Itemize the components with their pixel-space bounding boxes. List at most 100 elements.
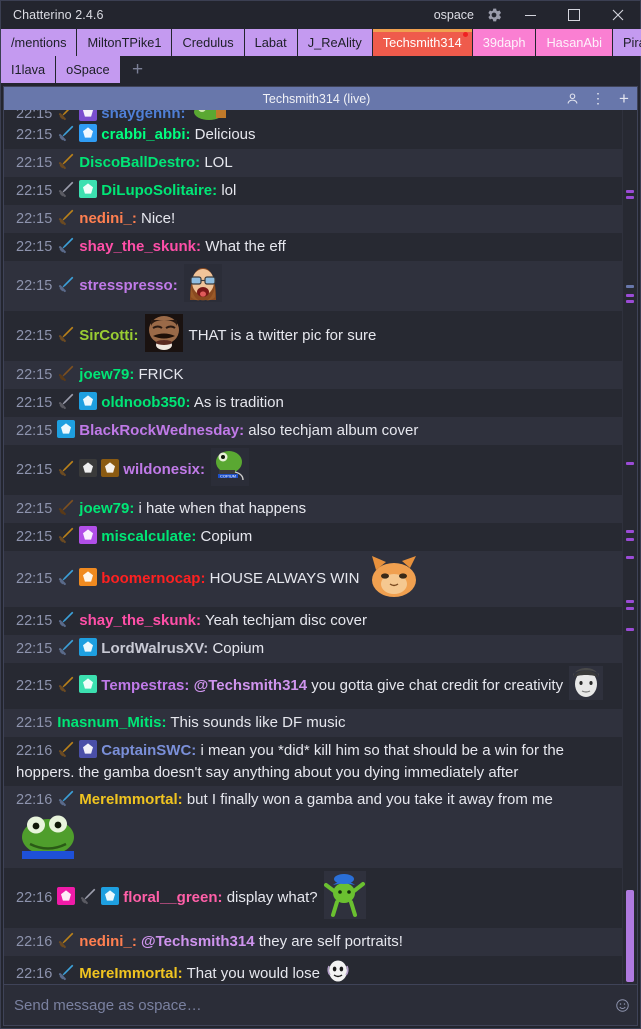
- message-username[interactable]: stresspresso: [79, 277, 172, 294]
- chat-message[interactable]: 22:15 shay_the_skunk: What the eff: [4, 233, 622, 261]
- user-badge-icon[interactable]: [79, 110, 98, 121]
- tab-j-reality[interactable]: J_ReAlity: [297, 29, 373, 56]
- message-mention[interactable]: @Techsmith314: [141, 933, 255, 950]
- chat-scrollbar[interactable]: [622, 110, 637, 984]
- message-username[interactable]: nedini_: [79, 210, 132, 227]
- sword-badge-icon[interactable]: [57, 789, 75, 807]
- message-username[interactable]: SirCotti: [79, 327, 133, 344]
- chat-message[interactable]: 22:15 BlackRockWednesday: also techjam al…: [4, 417, 622, 445]
- user-badge-icon[interactable]: [79, 674, 98, 693]
- message-username[interactable]: wildonesix: [123, 461, 200, 478]
- add-tab-button[interactable]: +: [120, 56, 155, 83]
- tab-miltontpike1[interactable]: MiltonTPike1: [77, 29, 173, 56]
- sad-pepe-emote[interactable]: [18, 811, 78, 865]
- sword-badge-icon[interactable]: [57, 152, 75, 170]
- message-username[interactable]: oldnoob350: [101, 394, 185, 411]
- chat-message[interactable]: 22:15 joew79: i hate when that happens: [4, 495, 622, 523]
- sword-badge-icon[interactable]: [57, 325, 75, 343]
- chat-message[interactable]: 22:15 Tempestras: @Techsmith314 you gotta…: [4, 663, 622, 709]
- sword-badge-icon[interactable]: [57, 526, 75, 544]
- green-dancing-emote[interactable]: [323, 871, 366, 925]
- sword-badge-icon[interactable]: [57, 675, 75, 693]
- user-badge-icon[interactable]: [79, 392, 98, 410]
- chat-message[interactable]: 22:15 Inasnum_Mitis: This sounds like DF …: [4, 709, 622, 737]
- tab-ospace[interactable]: oSpace: [56, 56, 121, 83]
- user-badge-icon[interactable]: [101, 458, 120, 477]
- sword-badge-icon[interactable]: [57, 931, 75, 949]
- chat-message[interactable]: 22:15 oldnoob350: As is tradition: [4, 389, 622, 417]
- message-username[interactable]: BlackRockWednesday: [79, 422, 239, 439]
- viewers-icon[interactable]: [559, 87, 585, 110]
- chat-message[interactable]: 22:15 SirCotti: THAT is a twitter pic for…: [4, 311, 622, 361]
- tab-techsmith314[interactable]: Techsmith314: [372, 29, 473, 56]
- user-badge-icon[interactable]: [101, 886, 120, 905]
- sword-badge-icon[interactable]: [57, 963, 75, 981]
- message-username[interactable]: shay_the_skunk: [79, 238, 196, 255]
- chat-message[interactable]: 22:16 MereImmortal: but I finally won a g…: [4, 786, 622, 868]
- message-username[interactable]: CaptainSWC: [101, 742, 191, 759]
- message-input-bar[interactable]: Send message as ospace…: [4, 984, 637, 1025]
- sword-badge-icon[interactable]: [57, 638, 75, 656]
- message-mention[interactable]: @Techsmith314: [194, 677, 308, 694]
- message-username[interactable]: DiscoBallDestro: [79, 154, 195, 171]
- mustache-man-emote[interactable]: [144, 314, 183, 358]
- gear-icon[interactable]: [480, 1, 508, 29]
- chat-message[interactable]: 22:16 MereImmortal: That you would lose: [4, 956, 622, 984]
- chat-message[interactable]: 22:15 shay_the_skunk: Yeah techjam disc c…: [4, 607, 622, 635]
- kebab-menu-icon[interactable]: ⋮: [585, 87, 611, 110]
- scrollbar-thumb[interactable]: [626, 890, 634, 982]
- chat-message[interactable]: 22:15 shaygehhh:: [4, 110, 622, 121]
- message-username[interactable]: boomernocap: [101, 570, 200, 587]
- pepe-green-emote[interactable]: [192, 110, 230, 121]
- message-username[interactable]: shaygehhh: [101, 110, 180, 121]
- sword-badge-icon[interactable]: [57, 275, 75, 293]
- maximize-button[interactable]: [552, 1, 596, 29]
- user-badge-icon[interactable]: [79, 567, 98, 586]
- sword-badge-icon[interactable]: [57, 208, 75, 226]
- user-badge-icon[interactable]: [79, 638, 98, 656]
- sword-badge-icon[interactable]: [57, 124, 75, 142]
- user-badge-icon[interactable]: [79, 180, 98, 198]
- user-badge-icon[interactable]: [79, 458, 98, 477]
- user-badge-icon[interactable]: [79, 526, 98, 544]
- chat-message[interactable]: 22:15 DiscoBallDestro: LOL: [4, 149, 622, 177]
- tab-labat[interactable]: Labat: [244, 29, 298, 56]
- copium-pepe-emote[interactable]: COPIUM: [211, 448, 250, 492]
- chat-message[interactable]: 22:15 stresspresso:: [4, 261, 622, 311]
- sword-badge-icon[interactable]: [57, 568, 75, 586]
- split-header[interactable]: Techsmith314 (live) ⋮ +: [4, 87, 637, 110]
- tab-39daph[interactable]: 39daph: [472, 29, 537, 56]
- message-username[interactable]: joew79: [79, 500, 129, 517]
- sword-badge-icon[interactable]: [57, 459, 75, 477]
- message-username[interactable]: LordWalrusXV: [101, 640, 203, 657]
- chat-message[interactable]: 22:16 nedini_: @Techsmith314 they are sel…: [4, 928, 622, 956]
- tab--mentions[interactable]: /mentions: [1, 29, 78, 56]
- user-badge-icon[interactable]: [79, 124, 98, 142]
- sword-badge-icon[interactable]: [57, 110, 75, 121]
- minimize-button[interactable]: [508, 1, 552, 29]
- message-username[interactable]: DiLupoSolitaire: [101, 182, 212, 199]
- tab-hasanabi[interactable]: HasanAbi: [536, 29, 613, 56]
- message-username[interactable]: shay_the_skunk: [79, 612, 196, 629]
- emoji-picker-icon[interactable]: [607, 985, 637, 1025]
- white-mask-emote[interactable]: [326, 959, 350, 984]
- current-account-label[interactable]: ospace: [428, 8, 480, 22]
- user-badge-icon[interactable]: [79, 740, 98, 758]
- chat-message[interactable]: 22:16 floral__green: display what?: [4, 868, 622, 928]
- sword-badge-icon[interactable]: [79, 887, 97, 905]
- chat-message[interactable]: 22:15 wildonesix: COPIUM: [4, 445, 622, 495]
- close-button[interactable]: [596, 1, 640, 29]
- message-username[interactable]: joew79: [79, 366, 129, 383]
- face-avatar-emote[interactable]: [569, 666, 604, 706]
- message-username[interactable]: nedini_: [79, 933, 132, 950]
- message-list[interactable]: 22:15 shaygehhh: 22:15 crabbi_abbi: Delici…: [4, 110, 622, 984]
- tab-credulus[interactable]: Credulus: [172, 29, 245, 56]
- sword-badge-icon[interactable]: [57, 740, 75, 758]
- chat-message[interactable]: 22:15 LordWalrusXV: Copium: [4, 635, 622, 663]
- message-username[interactable]: Inasnum_Mitis: [57, 714, 161, 731]
- chat-message[interactable]: 22:15 nedini_: Nice!: [4, 205, 622, 233]
- bearded-glasses-face-emote[interactable]: [183, 264, 222, 308]
- sword-badge-icon[interactable]: [57, 498, 75, 516]
- chat-message[interactable]: 22:15 joew79: FRICK: [4, 361, 622, 389]
- sword-badge-icon[interactable]: [57, 610, 75, 628]
